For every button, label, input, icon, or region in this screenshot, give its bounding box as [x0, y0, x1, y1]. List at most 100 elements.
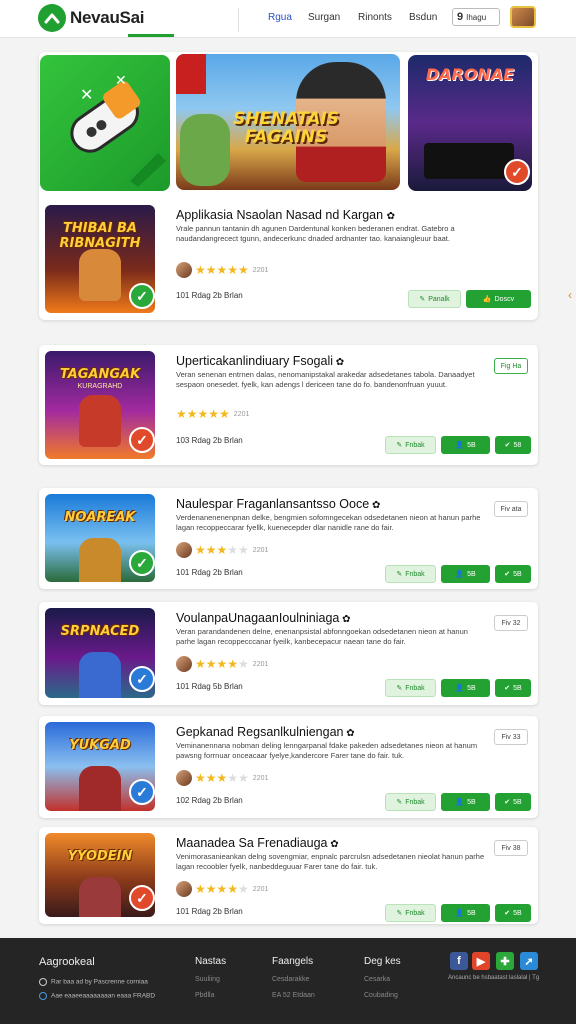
app-tag[interactable]: Fig Ha: [494, 358, 528, 374]
app-tag[interactable]: Fiv 32: [494, 615, 528, 631]
like-button[interactable]: ✔ 5B: [495, 904, 531, 922]
footer-col-1: Nastas Suuliing Pbdlla: [195, 956, 226, 1008]
footer-col-heading: Deg kes: [364, 956, 401, 967]
app-description: Venimorasanieankan delng sovengmiar, enp…: [176, 852, 485, 871]
like-button[interactable]: ✔ 5B: [495, 679, 531, 697]
chevron-left-icon[interactable]: ‹: [568, 288, 572, 302]
app-tag[interactable]: Fiv 33: [494, 729, 528, 745]
plus-icon[interactable]: ✚: [496, 952, 514, 970]
footer-col-3: Deg kes Cesarka Coubading: [364, 956, 401, 1008]
app-thumbnail[interactable]: YUKGAD ✓: [45, 722, 155, 811]
app-rating: ★★★★★ 2201: [176, 881, 268, 897]
secondary-button[interactable]: ✎ Fnbak: [385, 565, 436, 583]
avatar[interactable]: [510, 6, 536, 28]
app-thumbnail[interactable]: NOAREAK ✓: [45, 494, 155, 582]
check-icon: ✓: [129, 885, 155, 911]
thumbnail-title: YYODEIN: [67, 849, 133, 864]
verified-icon: ✿: [327, 839, 339, 850]
app-description: Verdenanenenenpnan delke, bengmien sofom…: [176, 513, 481, 532]
secondary-button[interactable]: ✎ Fnbak: [385, 436, 436, 454]
featured-item-thumbnail[interactable]: THIBAI BA RIBNAGITH ✓: [45, 205, 155, 313]
svg-text:✕: ✕: [115, 73, 127, 89]
user-icon: 👤: [455, 442, 465, 449]
featured-banner-3[interactable]: DARONAE ✓: [408, 55, 532, 191]
thumbnail-title: THIBAI BA RIBNAGITH: [59, 221, 141, 251]
search-label: Ihagu: [466, 12, 487, 22]
verified-icon: ✿: [386, 211, 395, 222]
footer: Aagrookeal Rar baa ad by Pascrenne corni…: [0, 938, 576, 1024]
like-button[interactable]: ✔ 58: [495, 436, 531, 454]
search-box[interactable]: 9 Ihagu: [452, 8, 500, 26]
pencil-icon: ✎: [396, 442, 403, 449]
rating-count: 2201: [252, 885, 269, 893]
share-icon[interactable]: ➚: [520, 952, 538, 970]
active-indicator: [128, 34, 174, 37]
search-icon: 9: [457, 11, 464, 23]
nav-item-2[interactable]: Rinonts: [358, 12, 392, 23]
thumbnail-title: SRPNACED: [60, 624, 140, 639]
user-button[interactable]: 👤 5B: [441, 679, 490, 697]
character-figure: [79, 652, 121, 698]
top-bar: NevauSai Rgua Surgan Rinonts Bsdun 9 Ihag…: [0, 0, 576, 38]
app-tag[interactable]: Fiv ata: [494, 501, 528, 517]
info-icon: [39, 992, 47, 1000]
app-rating: ★★★★★ 2201: [176, 656, 268, 672]
gamepad-icon: ✕ ✕: [70, 73, 166, 187]
like-button[interactable]: ✔ 5B: [495, 565, 531, 583]
app-description: Veminanennana nobman deling lenngarpanal…: [176, 741, 478, 760]
thumbs-up-icon: 👍: [482, 296, 492, 303]
footer-link[interactable]: Suuliing: [195, 976, 226, 983]
user-button[interactable]: 👤 5B: [441, 793, 490, 811]
app-rating: ★★★★★ 2201: [176, 770, 268, 786]
featured-banner-2[interactable]: SHENATAIS FAGAINS: [176, 54, 400, 190]
star-rating: ★★★★★: [195, 657, 249, 671]
check-icon: ✓: [129, 666, 155, 692]
avatar: [176, 542, 192, 558]
footer-link[interactable]: EA 52 Etdaan: [272, 992, 315, 999]
secondary-button[interactable]: ✎ Fnbak: [385, 904, 436, 922]
app-title: Uperticakanlindiuary Fsogali ✿: [176, 354, 345, 368]
footer-link[interactable]: Cesarka: [364, 976, 401, 983]
character-figure: [79, 249, 121, 301]
featured-item-meta: 101 Rdag 2b Brlan: [176, 291, 243, 300]
footer-link[interactable]: Cesdarakke: [272, 976, 315, 983]
user-button[interactable]: 👤 5B: [441, 565, 490, 583]
avatar: [176, 881, 192, 897]
app-tag[interactable]: Fiv 38: [494, 840, 528, 856]
featured-banner-1[interactable]: ✕ ✕: [40, 55, 170, 191]
facebook-icon[interactable]: f: [450, 952, 468, 970]
banner-title: DARONAE: [425, 65, 515, 84]
footer-brand: Aagrookeal: [39, 956, 95, 968]
user-button[interactable]: 👤 5B: [441, 904, 490, 922]
footer-brand-col: Aagrookeal Rar baa ad by Pascrenne corni…: [39, 956, 155, 1000]
nav-item-1[interactable]: Surgan: [308, 12, 340, 23]
footer-link[interactable]: Pbdlla: [195, 992, 226, 999]
app-thumbnail[interactable]: YYODEIN ✓: [45, 833, 155, 917]
nav-item-0[interactable]: Rgua: [268, 12, 292, 23]
brand-logo[interactable]: NevauSai: [38, 4, 144, 32]
user-button[interactable]: 👤 5B: [441, 436, 490, 454]
app-thumbnail[interactable]: TAGANGAK KURAGRAHD ✓: [45, 351, 155, 459]
star-rating: ★★★★★: [176, 407, 230, 421]
star-rating: ★★★★★: [195, 543, 249, 557]
secondary-button[interactable]: ✎ Fnbak: [385, 793, 436, 811]
app-rating: ★★★★★ 2201: [176, 407, 249, 421]
footer-link[interactable]: Coubading: [364, 992, 401, 999]
app-thumbnail[interactable]: SRPNACED ✓: [45, 608, 155, 698]
app-title: Gepkanad Regsanlkulniengan ✿: [176, 725, 355, 739]
app-meta: 102 Rdag 2b Brlan: [176, 796, 243, 805]
check-icon: ✔: [504, 910, 511, 917]
user-icon: 👤: [455, 571, 465, 578]
check-icon: ✔: [504, 442, 511, 449]
character-figure: [79, 395, 121, 447]
featured-primary-button[interactable]: 👍 Doscv: [466, 290, 531, 308]
nav-item-3[interactable]: Bsdun: [409, 12, 437, 23]
header-divider: [238, 8, 239, 32]
app-description: Veran parandandenen delne, enenanpsistal…: [176, 627, 468, 646]
featured-secondary-button[interactable]: ✎ Panalk: [408, 290, 461, 308]
play-icon[interactable]: ▶: [472, 952, 490, 970]
app-meta: 101 Rdag 5b Brlan: [176, 682, 243, 691]
secondary-button[interactable]: ✎ Fnbak: [385, 679, 436, 697]
pencil-icon: ✎: [396, 685, 403, 692]
like-button[interactable]: ✔ 5B: [495, 793, 531, 811]
